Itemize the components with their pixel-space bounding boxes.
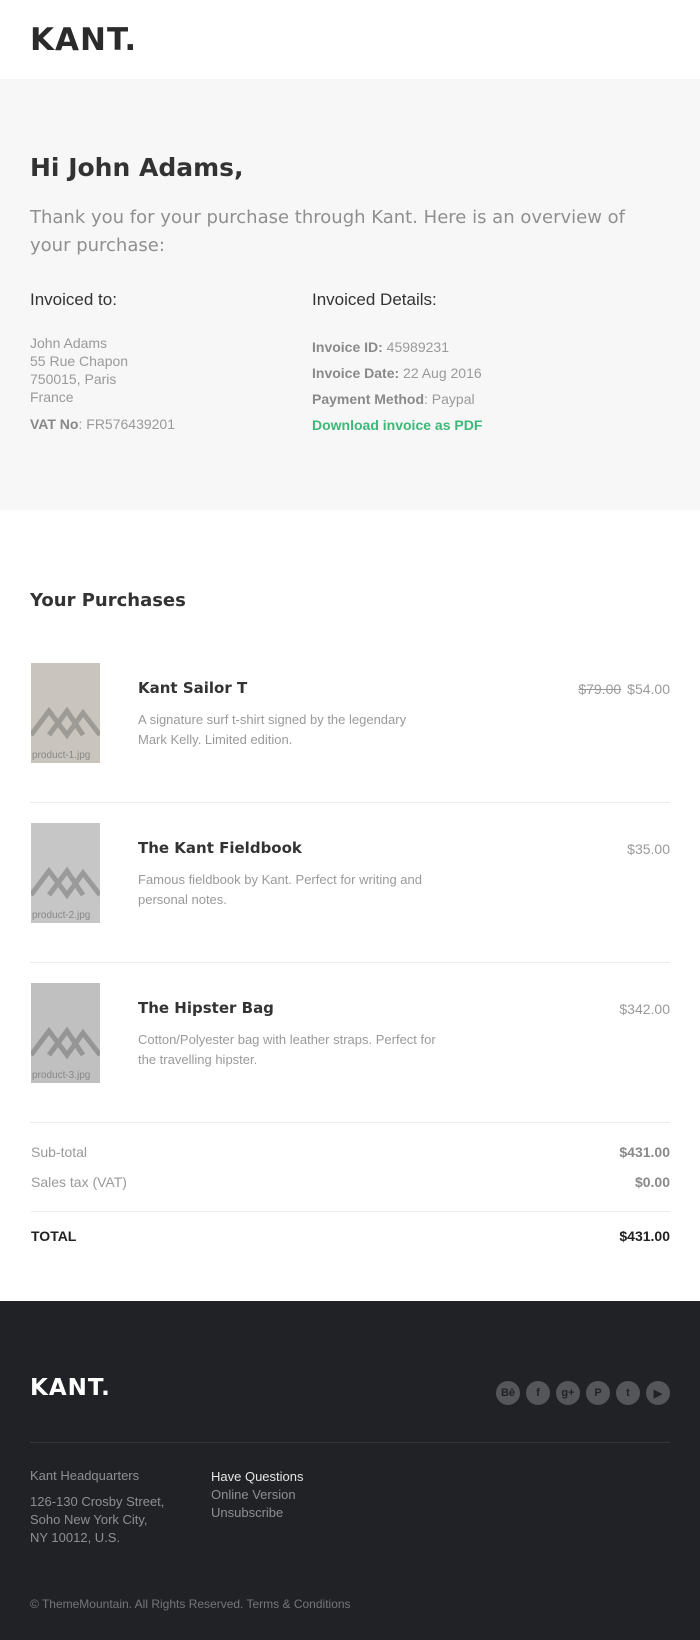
tax-row: Sales tax (VAT) $0.00 bbox=[31, 1167, 670, 1197]
hq-address-line: 126-130 Crosby Street, bbox=[30, 1494, 165, 1509]
intro-section: Hi John Adams, Thank you for your purcha… bbox=[0, 79, 700, 510]
subtotal-label: Sub-total bbox=[31, 1144, 88, 1160]
purchases-section: Your Purchases product-1.jpg Kant Sailor… bbox=[0, 590, 700, 1244]
vat-label: VAT No bbox=[30, 416, 79, 432]
tax-label: Sales tax (VAT) bbox=[31, 1174, 127, 1190]
subtotal-value: $431.00 bbox=[619, 1144, 670, 1160]
address-line: John Adams bbox=[30, 335, 108, 351]
youtube-icon[interactable]: ▶ bbox=[646, 1381, 670, 1405]
behance-icon[interactable]: Bē bbox=[496, 1381, 520, 1405]
copyright: © ThemeMountain. All Rights Reserved. Te… bbox=[30, 1597, 351, 1611]
product-price: $342.00 bbox=[619, 1001, 670, 1017]
payment-method: Payment Method: Paypal bbox=[312, 386, 632, 412]
hq-title: Kant Headquarters bbox=[30, 1468, 140, 1483]
footer-logo[interactable]: KANT. bbox=[30, 1375, 111, 1401]
hq-address-line: Soho New York City, bbox=[30, 1512, 148, 1527]
invoiced-to-title: Invoiced to: bbox=[30, 290, 117, 309]
headquarters: Kant Headquarters 126-130 Crosby Street,… bbox=[30, 1468, 164, 1547]
invoice-date-label: Invoice Date: bbox=[312, 365, 400, 381]
total-value: $431.00 bbox=[619, 1228, 670, 1244]
invoiced-details-title: Invoiced Details: bbox=[312, 290, 437, 309]
purchase-item: product-2.jpg The Kant Fieldbook Famous … bbox=[30, 803, 670, 963]
purchases-title: Your Purchases bbox=[30, 590, 186, 611]
current-price: $342.00 bbox=[619, 1001, 670, 1017]
product-price: $79.00 $54.00 bbox=[578, 681, 670, 697]
product-thumbnail: product-3.jpg bbox=[31, 983, 100, 1083]
purchase-item: product-1.jpg Kant Sailor T A signature … bbox=[30, 643, 670, 803]
invoice-date-value: 22 Aug 2016 bbox=[399, 365, 482, 381]
product-description: A signature surf t-shirt signed by the l… bbox=[138, 712, 407, 747]
tax-value: $0.00 bbox=[634, 1174, 670, 1190]
logo[interactable]: KANT. bbox=[30, 22, 137, 58]
current-price: $54.00 bbox=[627, 681, 670, 697]
thumbnail-label: product-2.jpg bbox=[32, 910, 91, 921]
greeting-heading: Hi John Adams, bbox=[30, 153, 244, 182]
mountain-placeholder-icon bbox=[31, 823, 100, 923]
address-line: 750015, Paris bbox=[30, 371, 117, 387]
address-line: France bbox=[30, 389, 74, 405]
footer-links: Have Questions Online Version Unsubscrib… bbox=[211, 1468, 304, 1522]
product-name[interactable]: Kant Sailor T bbox=[138, 679, 247, 697]
social-links: Bē f g+ P t ▶ bbox=[496, 1381, 670, 1405]
current-price: $35.00 bbox=[627, 841, 670, 857]
vat-value: : FR576439201 bbox=[78, 416, 176, 432]
header: KANT. bbox=[0, 0, 700, 79]
intro-text: Thank you for your purchase through Kant… bbox=[30, 207, 626, 256]
twitter-icon[interactable]: t bbox=[616, 1381, 640, 1405]
invoiced-to: Invoiced to: John Adams 55 Rue Chapon 75… bbox=[30, 290, 312, 438]
old-price: $79.00 bbox=[578, 681, 622, 697]
mountain-placeholder-icon bbox=[31, 663, 100, 763]
product-name[interactable]: The Kant Fieldbook bbox=[138, 839, 302, 857]
facebook-icon[interactable]: f bbox=[526, 1381, 550, 1405]
thumbnail-label: product-3.jpg bbox=[32, 1070, 91, 1081]
invoice-id-value: 45989231 bbox=[382, 339, 449, 355]
invoice-date: Invoice Date: 22 Aug 2016 bbox=[312, 360, 632, 386]
google-plus-icon[interactable]: g+ bbox=[556, 1381, 580, 1405]
vat-number: VAT No: FR576439201 bbox=[30, 416, 312, 432]
total-row: TOTAL $431.00 bbox=[31, 1211, 670, 1244]
product-description: Cotton/Polyester bag with leather straps… bbox=[138, 1032, 436, 1067]
payment-method-value: : Paypal bbox=[424, 391, 475, 407]
footer: KANT. Bē f g+ P t ▶ Kant Headquarters 12… bbox=[0, 1301, 700, 1640]
have-questions-label: Have Questions bbox=[211, 1469, 304, 1484]
thumbnail-label: product-1.jpg bbox=[32, 750, 91, 761]
product-description: Famous fieldbook by Kant. Perfect for wr… bbox=[138, 872, 422, 907]
product-thumbnail: product-1.jpg bbox=[31, 663, 100, 763]
invoice-details-row: Invoiced to: John Adams 55 Rue Chapon 75… bbox=[30, 290, 670, 438]
product-price: $35.00 bbox=[627, 841, 670, 857]
payment-method-label: Payment Method bbox=[312, 391, 425, 407]
hq-address-line: NY 10012, U.S. bbox=[30, 1530, 121, 1545]
product-name[interactable]: The Hipster Bag bbox=[138, 999, 274, 1017]
address-line: 55 Rue Chapon bbox=[30, 353, 129, 369]
online-version-link[interactable]: Online Version bbox=[211, 1486, 304, 1504]
mountain-placeholder-icon bbox=[31, 983, 100, 1083]
unsubscribe-link[interactable]: Unsubscribe bbox=[211, 1504, 304, 1522]
invoice-id: Invoice ID: 45989231 bbox=[312, 334, 632, 360]
total-label: TOTAL bbox=[31, 1228, 77, 1244]
product-thumbnail: product-2.jpg bbox=[31, 823, 100, 923]
invoice-id-label: Invoice ID: bbox=[312, 339, 383, 355]
footer-divider bbox=[30, 1442, 670, 1443]
order-totals: Sub-total $431.00 Sales tax (VAT) $0.00 … bbox=[30, 1123, 670, 1244]
invoiced-details: Invoiced Details: Invoice ID: 45989231 I… bbox=[312, 290, 632, 438]
download-pdf-link[interactable]: Download invoice as PDF bbox=[312, 412, 632, 438]
purchase-item: product-3.jpg The Hipster Bag Cotton/Pol… bbox=[30, 963, 670, 1123]
subtotal-row: Sub-total $431.00 bbox=[31, 1137, 670, 1167]
pinterest-icon[interactable]: P bbox=[586, 1381, 610, 1405]
